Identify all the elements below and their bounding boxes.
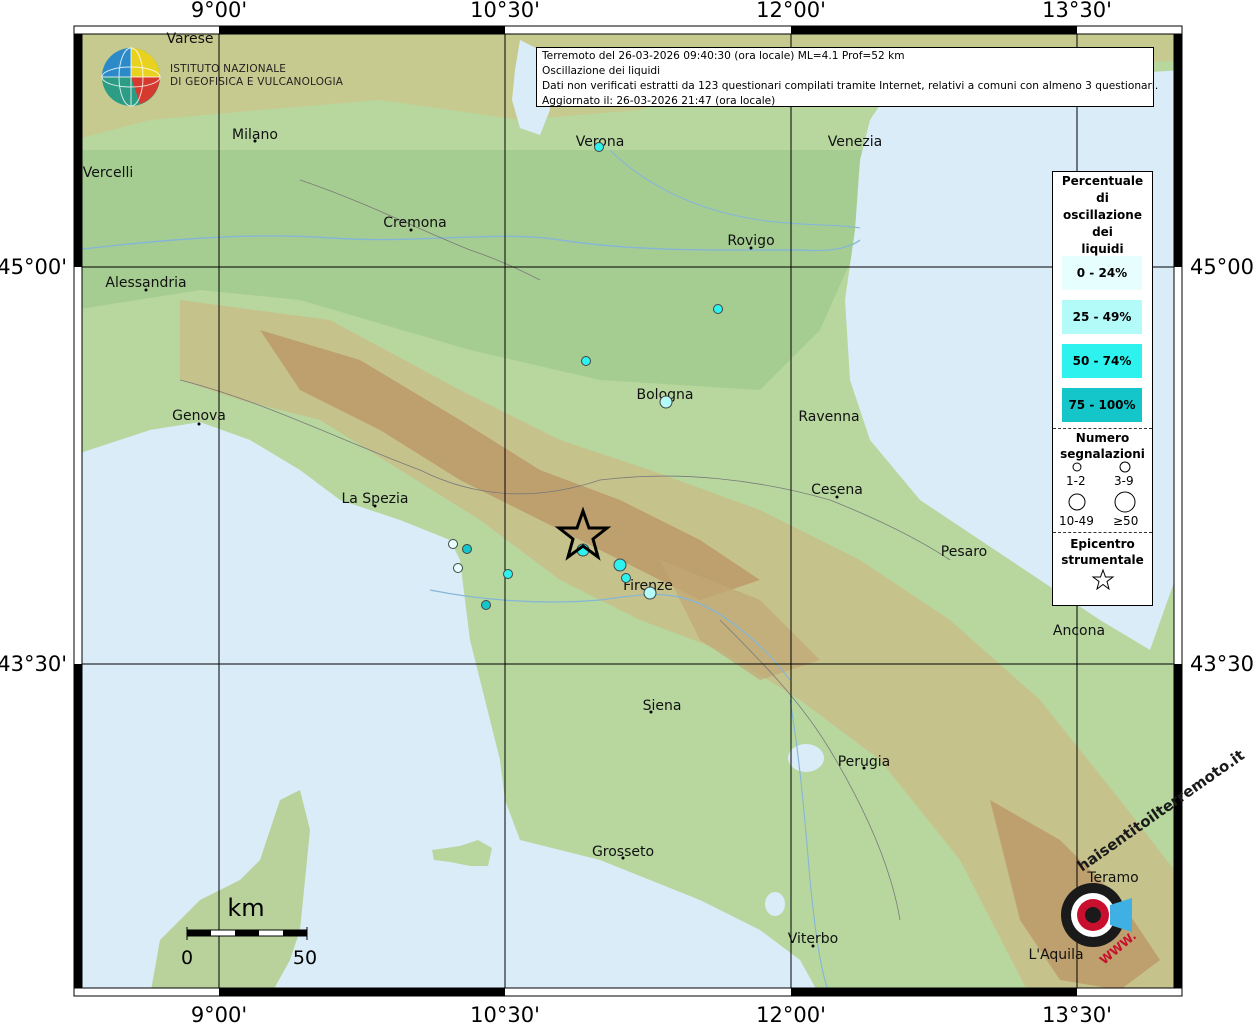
obs-massa[interactable]: [448, 539, 458, 549]
city-cremona: Cremona: [383, 215, 447, 231]
lake-trasimeno: [788, 744, 824, 772]
count-title: Numero segnalazioni: [1060, 431, 1145, 461]
event-info-box: Terremoto del 26-03-2026 09:40:30 (ora l…: [536, 47, 1159, 107]
city-vercelli: Vercelli: [83, 165, 134, 181]
legend-class-50-74: 50 - 74%: [1062, 344, 1142, 378]
legend-panel: Percentuale di oscillazione dei liquidi …: [1052, 171, 1153, 606]
obs-modena[interactable]: [581, 356, 591, 366]
obs-verona[interactable]: [594, 142, 604, 152]
obs-prato[interactable]: [613, 558, 627, 572]
logo-line-2: DI GEOFISICA E VULCANOLOGIA: [170, 76, 344, 88]
city-pesaro: Pesaro: [941, 544, 987, 560]
count-10-49: 10-49: [1059, 514, 1094, 528]
map-subtitle: Oscillazione dei liquidi: [542, 65, 661, 77]
count-50-plus: ≥50: [1113, 514, 1139, 528]
city-venezia: Venezia: [828, 134, 882, 150]
city-ancona: Ancona: [1053, 623, 1105, 639]
obs-viareggio-2[interactable]: [453, 563, 463, 573]
legend-class-0-24: 0 - 24%: [1062, 256, 1142, 290]
city-ravenna: Ravenna: [798, 409, 859, 425]
logo-line-1: ISTITUTO NAZIONALE: [170, 63, 287, 75]
obs-sesto[interactable]: [621, 573, 631, 583]
lat-label-right-2: 43°30': [1190, 652, 1255, 676]
obs-lucca[interactable]: [503, 569, 513, 579]
city-genova: Genova: [172, 408, 226, 424]
lon-label-top-3: 12°00': [756, 0, 826, 22]
lon-label-bottom-3: 12°00': [756, 1003, 826, 1024]
city-laquila: L'Aquila: [1028, 947, 1083, 963]
lat-label-left-1: 45°00': [0, 255, 67, 279]
data-disclaimer: Dati non verificati estratti da 123 ques…: [542, 80, 1159, 92]
update-time: Aggiornato il: 26-03-2026 21:47 (ora loc…: [542, 95, 776, 107]
epicenter-title: Epicentro strumentale: [1061, 537, 1144, 567]
legend-separator: [1053, 428, 1152, 429]
ingv-logo-text: ISTITUTO NAZIONALE DI GEOFISICA E VULCAN…: [170, 63, 343, 89]
lake-bolsena: [765, 892, 785, 916]
obs-bologna[interactable]: [659, 395, 673, 409]
legend-class-25-49: 25 - 49%: [1062, 300, 1142, 334]
obs-pisa[interactable]: [481, 600, 491, 610]
scale-end: 50: [293, 947, 317, 969]
lat-label-left-2: 43°30': [0, 652, 67, 676]
lon-label-top-1: 9°00': [191, 0, 247, 22]
count-3-9: 3-9: [1114, 474, 1134, 488]
legend-separator-2: [1053, 532, 1152, 533]
count-1-2: 1-2: [1066, 474, 1086, 488]
lon-label-top-2: 10°30': [470, 0, 540, 22]
lon-label-bottom-1: 9°00': [191, 1003, 247, 1024]
legend-title: Percentuale di oscillazione dei liquidi: [1061, 174, 1144, 256]
scale-unit: km: [227, 894, 264, 922]
lon-label-top-4: 13°30': [1042, 0, 1112, 22]
lon-label-bottom-4: 13°30': [1042, 1003, 1112, 1024]
obs-firenze[interactable]: [643, 586, 657, 600]
count-symbols: [1068, 461, 1136, 513]
city-siena: Siena: [643, 698, 682, 714]
legend-star-icon: [1091, 568, 1115, 590]
ingv-logo-icon: [101, 47, 161, 107]
lat-label-right-1: 45°00': [1190, 255, 1255, 279]
obs-ferrara[interactable]: [713, 304, 723, 314]
city-varese: Varese: [166, 31, 213, 47]
event-title: Terremoto del 26-03-2026 09:40:30 (ora l…: [542, 50, 905, 62]
lon-label-bottom-2: 10°30': [470, 1003, 540, 1024]
obs-viareggio-1[interactable]: [462, 544, 472, 554]
legend-class-75-100: 75 - 100%: [1062, 388, 1142, 422]
scale-start: 0: [181, 947, 193, 969]
